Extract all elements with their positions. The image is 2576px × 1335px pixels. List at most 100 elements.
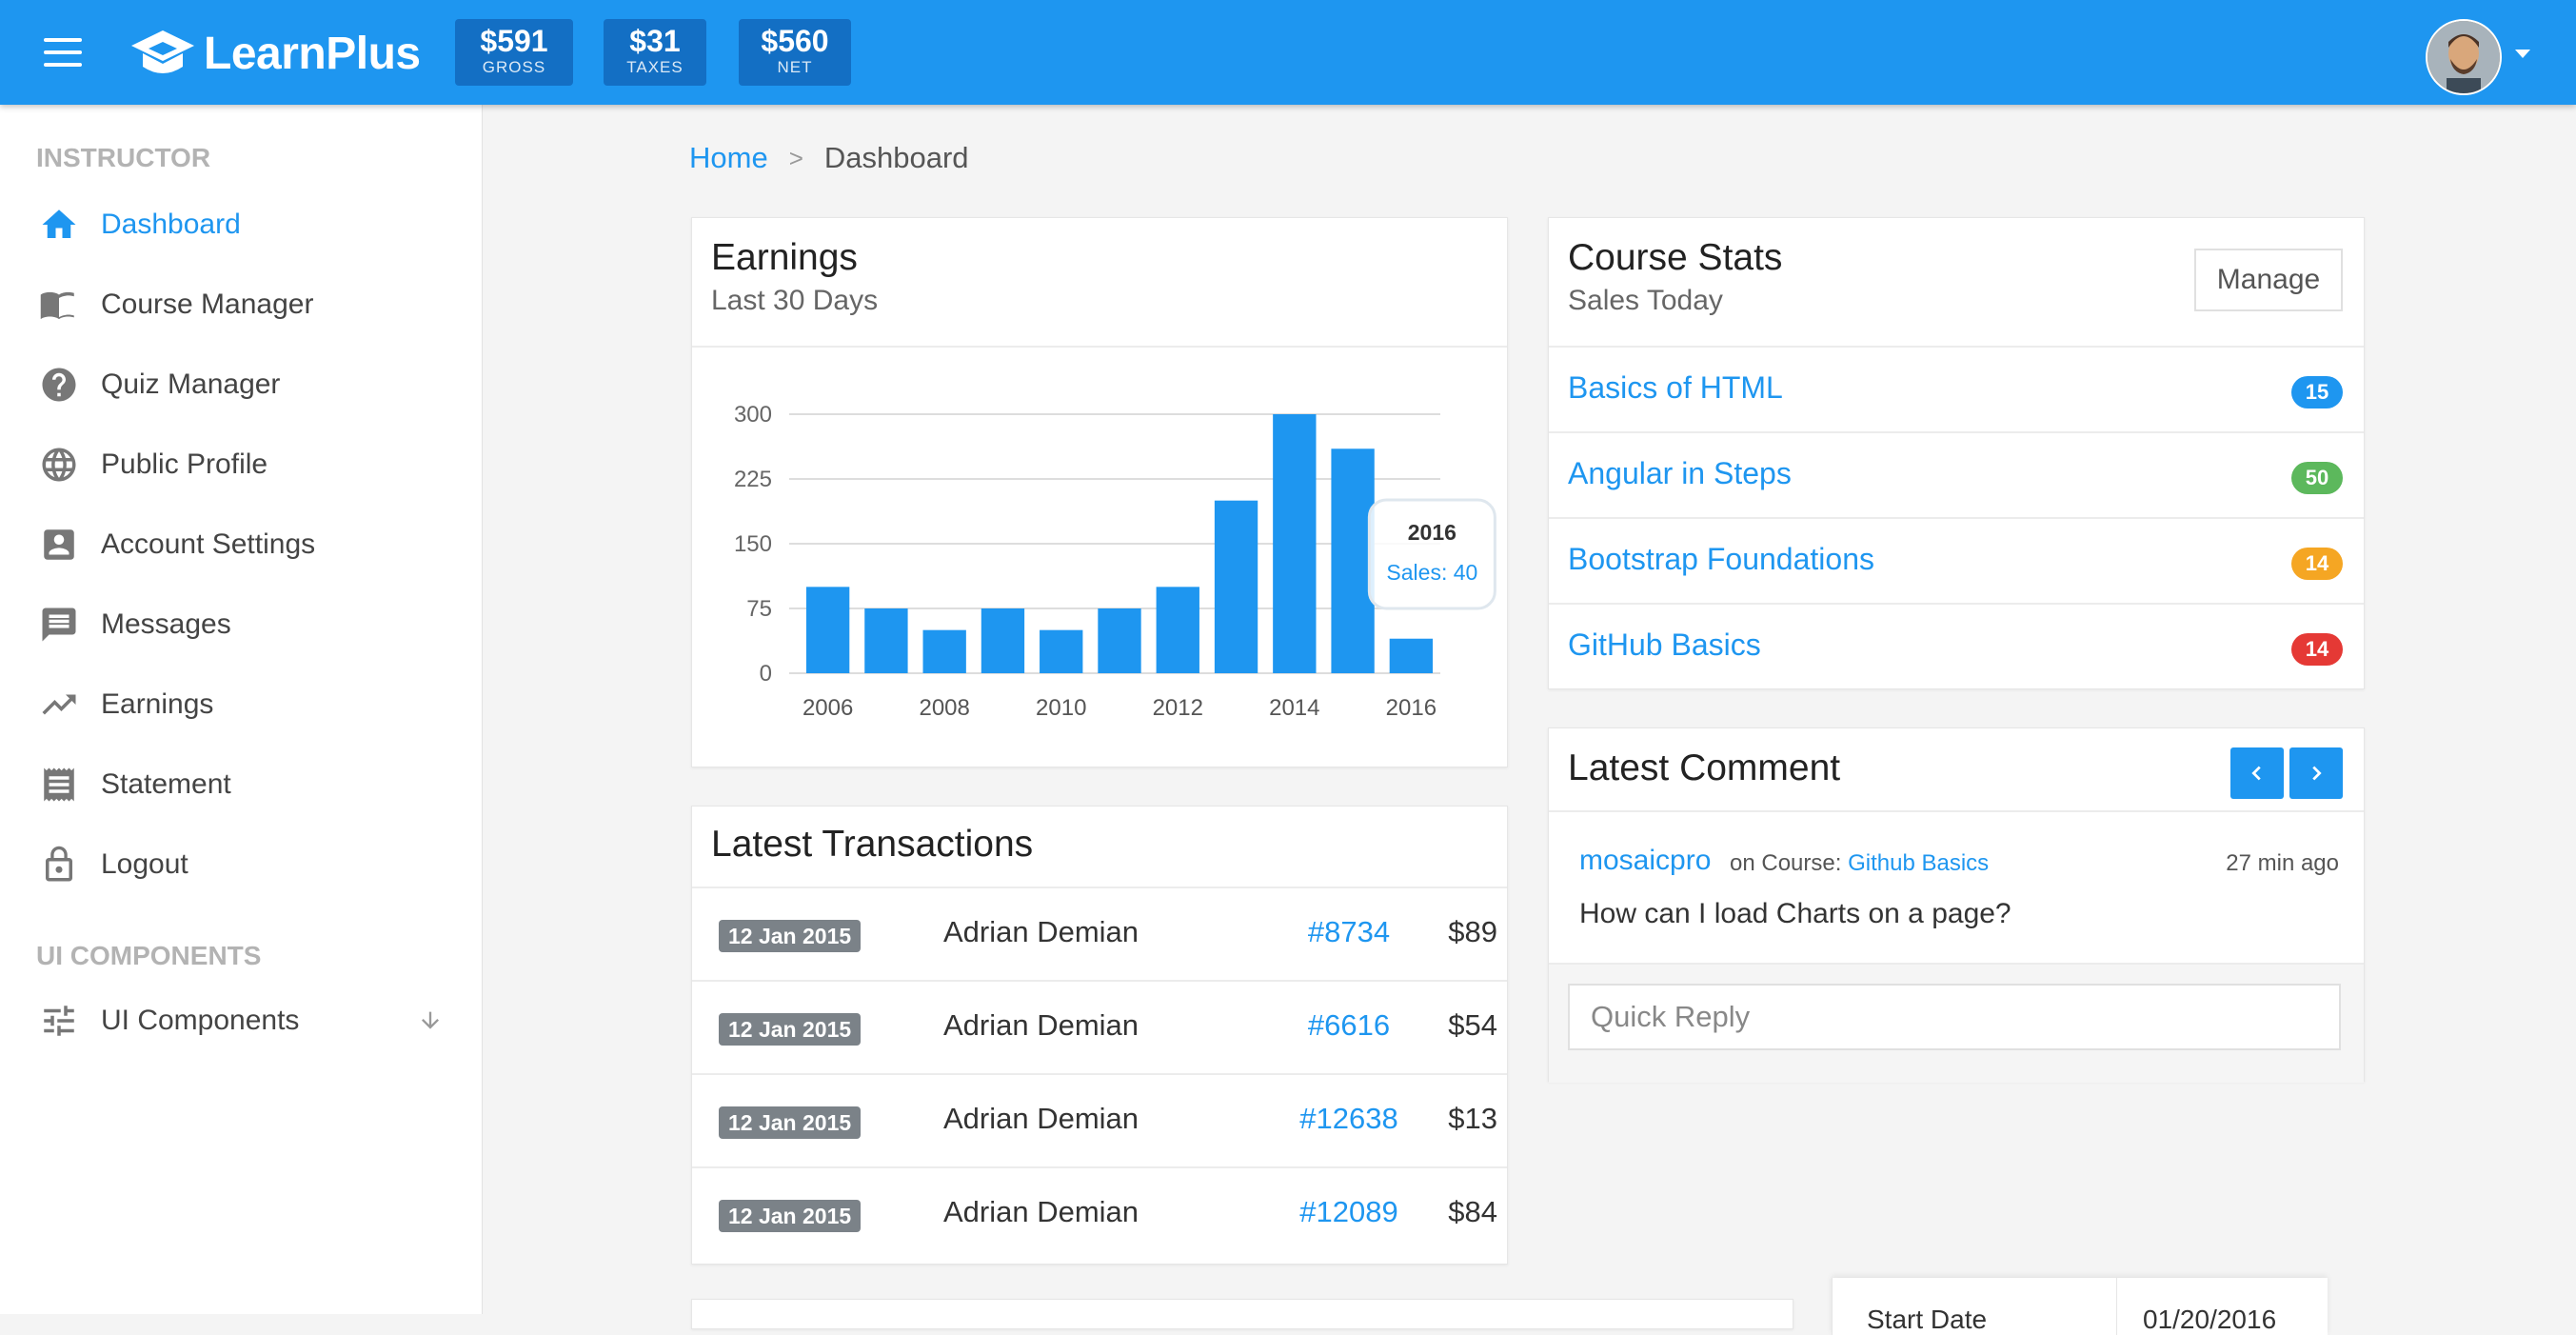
sales-count-badge: 14 — [2291, 548, 2343, 580]
chevron-left-icon — [2251, 766, 2261, 781]
globe-icon — [36, 442, 82, 488]
date-badge: 12 Jan 2015 — [719, 1200, 862, 1232]
net-value: $560 — [761, 24, 829, 58]
sidebar-item-quiz-manager[interactable]: Quiz Manager — [36, 356, 455, 413]
comment-author-link[interactable]: mosaicpro — [1579, 845, 1711, 877]
chart-bar — [1389, 638, 1434, 673]
transaction-id-link[interactable]: #6616 — [1263, 1008, 1435, 1043]
sidebar: INSTRUCTOR Dashboard Course Manager Quiz… — [0, 105, 483, 1314]
transaction-amount: $89 — [1448, 915, 1497, 948]
sales-count-badge: 14 — [2291, 633, 2343, 666]
course-stats-card: Course Stats Sales Today Manage Basics o… — [1548, 217, 2365, 689]
transaction-id-link[interactable]: #12089 — [1263, 1195, 1435, 1229]
latest-comment-title: Latest Comment — [1568, 747, 1841, 788]
sidebar-item-earnings[interactable]: Earnings — [36, 676, 455, 733]
top-navbar: LearnPlus $591 GROSS $31 TAXES $560 NET — [0, 0, 2576, 105]
receipt-icon — [36, 762, 82, 807]
sales-count-badge: 50 — [2291, 462, 2343, 494]
course-link[interactable]: Bootstrap Foundations — [1568, 542, 1874, 577]
account-dropdown-icon[interactable] — [2515, 50, 2530, 58]
date-badge: 12 Jan 2015 — [719, 920, 862, 952]
manage-button[interactable]: Manage — [2194, 249, 2343, 311]
sidebar-item-course-manager[interactable]: Course Manager — [36, 276, 455, 333]
transaction-amount: $84 — [1448, 1195, 1497, 1228]
breadcrumb-current: Dashboard — [823, 141, 969, 174]
chart-tooltip — [1367, 498, 1496, 610]
tune-icon — [36, 998, 82, 1044]
sidebar-item-dashboard[interactable]: Dashboard — [36, 196, 455, 253]
course-link[interactable]: GitHub Basics — [1568, 628, 1761, 663]
list-item[interactable]: GitHub Basics 14 — [1549, 603, 2364, 688]
arrow-down-icon[interactable] — [417, 1007, 444, 1034]
trending-up-icon — [36, 682, 82, 727]
chart-bar — [805, 587, 850, 673]
transactions-card: Latest Transactions 12 Jan 2015 Adrian D… — [691, 806, 1508, 1265]
comment-course-link[interactable]: Github Basics — [1848, 850, 1989, 876]
sidebar-item-label: Dashboard — [101, 209, 241, 240]
sidebar-item-label: Account Settings — [101, 528, 316, 560]
sales-count-badge: 15 — [2291, 376, 2343, 408]
sidebar-item-logout[interactable]: Logout — [36, 836, 455, 893]
table-row[interactable]: 12 Jan 2015 Adrian Demian #12638 $13 — [692, 1073, 1507, 1168]
start-date-value: 01/20/2016 — [2143, 1305, 2277, 1334]
course-link[interactable]: Basics of HTML — [1568, 370, 1783, 406]
sidebar-item-label: Earnings — [101, 688, 214, 720]
breadcrumb-home-link[interactable]: Home — [689, 141, 768, 175]
user-avatar[interactable] — [2426, 19, 2502, 95]
next-comment-button[interactable] — [2289, 747, 2343, 799]
comment-course-meta: on Course: Github Basics — [1730, 850, 1989, 877]
home-icon — [36, 202, 82, 248]
taxes-stat: $31 TAXES — [604, 19, 706, 86]
sidebar-item-label: Statement — [101, 768, 231, 800]
lock-icon — [36, 842, 82, 887]
transaction-amount: $54 — [1448, 1008, 1497, 1042]
transaction-id-link[interactable]: #8734 — [1263, 915, 1435, 949]
list-item[interactable]: Basics of HTML 15 — [1549, 346, 2364, 431]
y-tick-label: 0 — [760, 661, 772, 687]
table-row[interactable]: 12 Jan 2015 Adrian Demian #6616 $54 — [692, 980, 1507, 1075]
taxes-value: $31 — [629, 24, 681, 58]
quick-reply-input[interactable] — [1568, 984, 2341, 1050]
on-course-label: on Course: — [1730, 850, 1842, 876]
y-tick-label: 150 — [734, 531, 772, 557]
customer-name: Adrian Demian — [943, 1195, 1139, 1228]
transaction-id-link[interactable]: #12638 — [1263, 1102, 1435, 1136]
chart-bar — [1156, 587, 1199, 673]
course-link[interactable]: Angular in Steps — [1568, 456, 1792, 491]
sidebar-item-messages[interactable]: Messages — [36, 596, 455, 653]
comment-body: mosaicpro on Course: Github Basics 27 mi… — [1549, 810, 2364, 963]
sidebar-item-public-profile[interactable]: Public Profile — [36, 436, 455, 493]
quick-reply-area — [1549, 963, 2364, 1083]
brand-logo[interactable]: LearnPlus — [129, 25, 421, 82]
list-item[interactable]: Bootstrap Foundations 14 — [1549, 517, 2364, 603]
customer-name: Adrian Demian — [943, 915, 1139, 948]
chart-bar — [1098, 608, 1141, 673]
account-box-icon — [36, 522, 82, 568]
x-tick-label: 2008 — [919, 695, 969, 721]
previous-comment-button[interactable] — [2230, 747, 2284, 799]
x-tick-label: 2012 — [1153, 695, 1203, 721]
sidebar-item-account-settings[interactable]: Account Settings — [36, 516, 455, 573]
breadcrumb-separator: > — [788, 143, 803, 172]
table-row[interactable]: 12 Jan 2015 Adrian Demian #8734 $89 — [692, 887, 1507, 982]
chevron-right-icon — [2312, 766, 2322, 781]
gross-stat: $591 GROSS — [455, 19, 573, 86]
y-tick-label: 300 — [734, 402, 772, 428]
avatar-image — [2427, 21, 2500, 93]
sidebar-item-label: UI Components — [101, 1005, 300, 1036]
date-badge: 12 Jan 2015 — [719, 1106, 862, 1139]
message-icon — [36, 602, 82, 648]
sidebar-item-label: Course Manager — [101, 289, 314, 320]
table-row[interactable]: 12 Jan 2015 Adrian Demian #12089 $84 — [692, 1166, 1507, 1262]
sidebar-item-ui-components[interactable]: UI Components — [36, 992, 455, 1049]
menu-icon[interactable] — [44, 38, 82, 67]
sidebar-item-statement[interactable]: Statement — [36, 756, 455, 813]
list-item[interactable]: Angular in Steps 50 — [1549, 431, 2364, 517]
sidebar-item-label: Quiz Manager — [101, 369, 281, 400]
course-stats-title: Course Stats — [1568, 237, 1783, 278]
x-tick-label: 2010 — [1036, 695, 1086, 721]
transactions-title: Latest Transactions — [711, 824, 1034, 865]
breadcrumb: Home > Dashboard — [689, 141, 969, 175]
earnings-card: Earnings Last 30 Days 300 225 150 75 0 2006 20… — [691, 217, 1508, 767]
chart-bar — [1273, 414, 1317, 673]
